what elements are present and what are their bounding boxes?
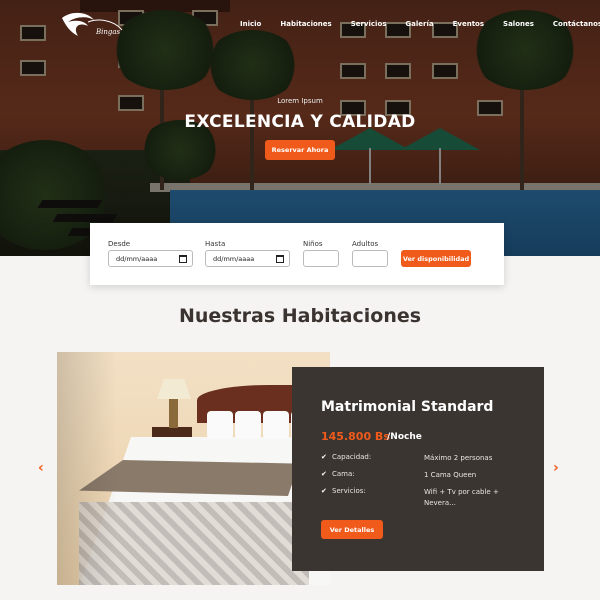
chevron-right-icon[interactable]: › [553,460,559,476]
main-nav: Inicio Habitaciones Servicios Galería Ev… [240,20,600,28]
hero-banner: Bingas Inicio Habitaciones Servicios Gal… [0,0,600,256]
calendar-icon[interactable] [276,255,284,263]
room-price: 145.800 Bs [321,430,390,443]
hotel-logo[interactable]: Bingas [58,8,128,42]
from-date-input[interactable]: dd/mm/aaaa [108,250,193,267]
to-date-input[interactable]: dd/mm/aaaa [205,250,290,267]
adults-label: Adultos [352,240,379,248]
nav-item-habitaciones[interactable]: Habitaciones [280,20,331,28]
check-icon: ✔ [321,487,327,495]
check-icon: ✔ [321,470,327,478]
section-title: Nuestras Habitaciones [178,305,422,327]
from-date-value: dd/mm/aaaa [116,254,158,263]
hero-eyebrow: Lorem Ipsum [277,97,323,105]
from-label: Desde [108,240,131,248]
svg-text:Bingas: Bingas [95,28,121,36]
room-name: Matrimonial Standard [321,399,494,415]
room-photo [57,352,330,585]
nav-item-inicio[interactable]: Inicio [240,20,261,28]
room-price-unit: /Noche [387,432,422,442]
to-label: Hasta [205,240,226,248]
reserve-now-button[interactable]: Reservar Ahora [265,140,335,160]
nav-item-salones[interactable]: Salones [503,20,534,28]
hero-title: EXCELENCIA Y CALIDAD [184,112,416,132]
room-card: Matrimonial Standard 145.800 Bs /Noche ✔… [292,367,544,571]
nav-item-servicios[interactable]: Servicios [351,20,387,28]
view-details-button[interactable]: Ver Detalles [321,520,383,539]
nav-item-contactanos[interactable]: Contáctanos [553,20,600,28]
check-availability-button[interactable]: Ver disponibilidad [401,250,471,267]
children-label: Niños [303,240,323,248]
nav-item-eventos[interactable]: Eventos [453,20,484,28]
nav-item-galeria[interactable]: Galería [405,20,433,28]
chevron-left-icon[interactable]: ‹ [38,460,44,476]
calendar-icon[interactable] [179,255,187,263]
adults-input[interactable] [352,250,388,267]
booking-form: Desde dd/mm/aaaa Hasta dd/mm/aaaa Niños … [90,223,504,285]
to-date-value: dd/mm/aaaa [213,254,255,263]
children-input[interactable] [303,250,339,267]
check-icon: ✔ [321,453,327,461]
